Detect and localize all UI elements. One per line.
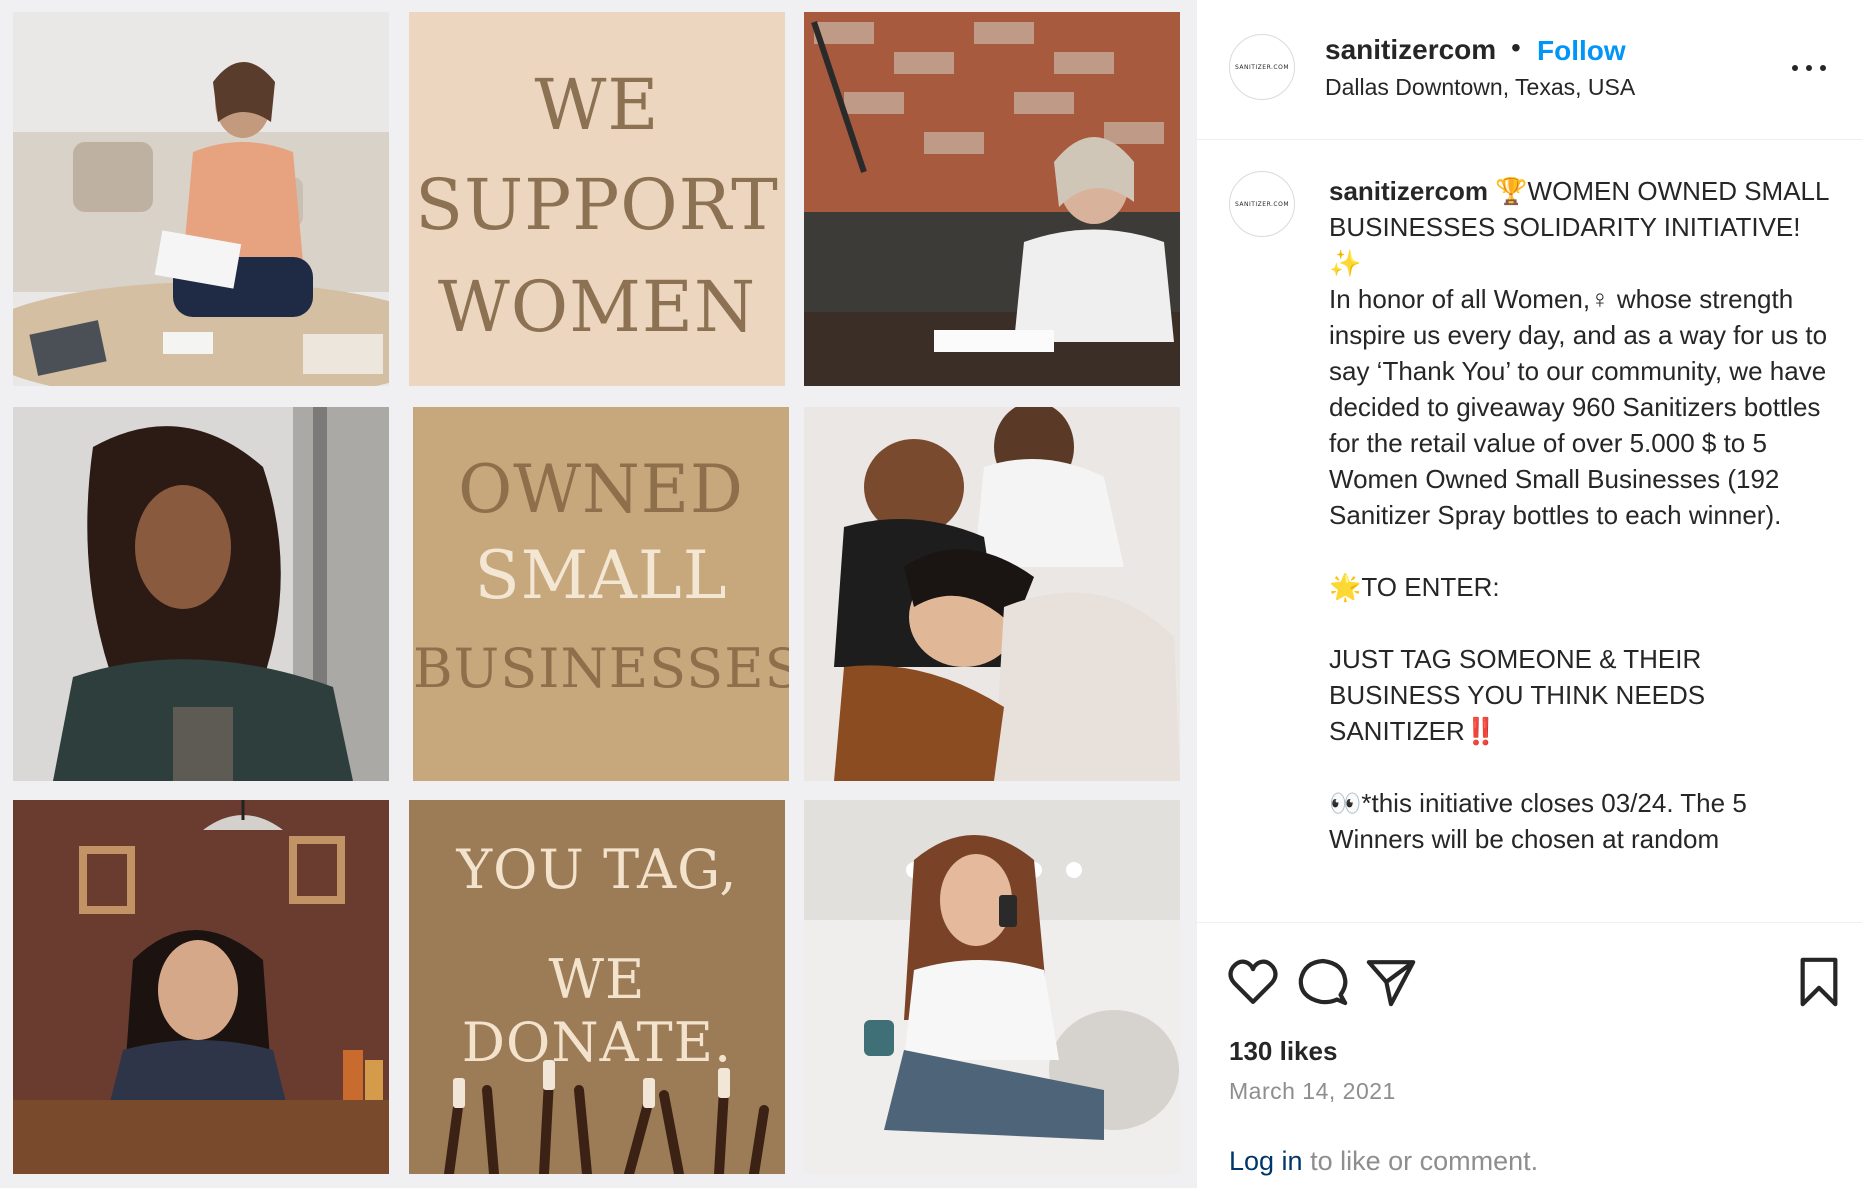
photo-woman-with-phone-on-bed	[804, 800, 1180, 1174]
login-link[interactable]: Log in	[1229, 1146, 1303, 1176]
profile-avatar[interactable]: SANITIZER.COM	[1229, 34, 1295, 100]
bookmark-icon[interactable]	[1791, 954, 1847, 1010]
login-suffix: to like or comment.	[1302, 1146, 1539, 1176]
avatar-logo-text: SANITIZER.COM	[1234, 63, 1290, 71]
separator-dot: •	[1511, 32, 1521, 63]
slogan-line: OWNED	[458, 451, 744, 528]
more-horizontal-icon[interactable]	[1789, 48, 1829, 88]
photo-woman-on-phone-at-desk	[804, 12, 1180, 386]
caption-username[interactable]: sanitizercom	[1329, 176, 1488, 206]
hands-holding-bottles-illustration	[444, 1060, 769, 1174]
photo-woman-in-cafe	[13, 800, 389, 1174]
caption-avatar[interactable]: SANITIZER.COM	[1229, 171, 1295, 237]
slogan-line: YOU TAG,	[456, 838, 738, 901]
profile-username[interactable]: sanitizercom	[1325, 34, 1496, 66]
post-actions: 130 likes March 14, 2021 Log in to like …	[1197, 924, 1862, 1188]
slogan-line: SUPPORT	[415, 164, 779, 246]
post-date[interactable]: March 14, 2021	[1229, 1078, 1396, 1105]
heart-icon[interactable]	[1225, 954, 1281, 1010]
slogan-line: BUSINESSES	[413, 637, 789, 700]
slogan-line: WE	[534, 64, 660, 146]
post-panel: SANITIZER.COM sanitizercom • Follow Dall…	[1196, 0, 1862, 1188]
login-prompt: Log in to like or comment.	[1229, 1146, 1538, 1177]
photo-three-women	[804, 407, 1180, 781]
post-location[interactable]: Dallas Downtown, Texas, USA	[1325, 74, 1635, 101]
photo-woman-curly-hair	[13, 407, 389, 781]
avatar-logo-text: SANITIZER.COM	[1234, 200, 1290, 208]
text-tile-we-support-women: WE SUPPORT WOMEN	[409, 12, 785, 386]
post-media[interactable]: WE SUPPORT WOMEN OWNED SMALL BUSINESSES …	[0, 0, 1196, 1188]
comment-icon[interactable]	[1295, 954, 1351, 1010]
photo-woman-reading-on-sofa	[13, 12, 389, 386]
text-tile-owned-small-businesses: OWNED SMALL BUSINESSES	[413, 407, 789, 781]
post-caption: sanitizercom 🏆WOMEN OWNED SMALL BUSINESS…	[1329, 173, 1829, 857]
post-header: SANITIZER.COM sanitizercom • Follow Dall…	[1197, 0, 1862, 140]
likes-count[interactable]: 130 likes	[1229, 1036, 1337, 1067]
slogan-line: SMALL	[474, 537, 728, 614]
follow-button[interactable]: Follow	[1537, 35, 1626, 67]
slogan-line: WOMEN	[437, 266, 757, 348]
paper-plane-icon[interactable]	[1363, 954, 1419, 1010]
caption-scroll-area[interactable]: SANITIZER.COM sanitizercom 🏆WOMEN OWNED …	[1197, 141, 1862, 923]
text-tile-you-tag-we-donate: YOU TAG, WE DONATE.	[409, 800, 785, 1174]
caption-text: 🏆WOMEN OWNED SMALL BUSINESSES SOLIDARITY…	[1329, 176, 1829, 854]
